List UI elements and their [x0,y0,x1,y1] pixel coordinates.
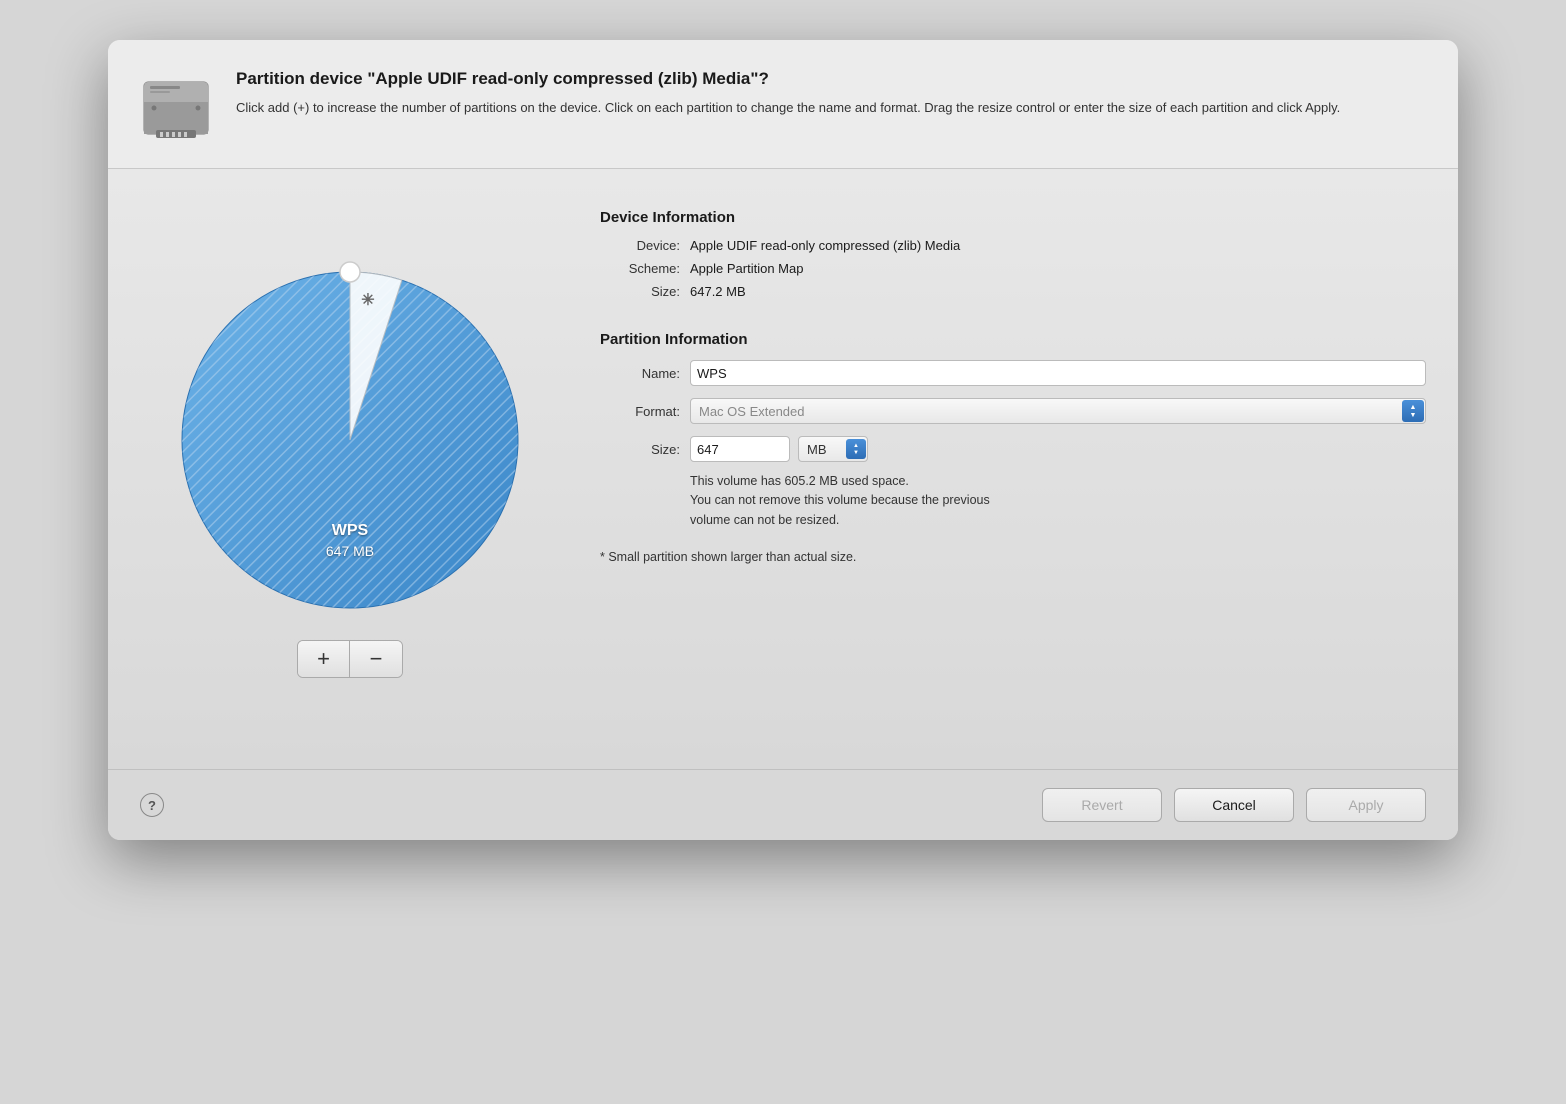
notice-line3: volume can not be resized. [690,513,839,527]
size-unit-select[interactable]: MB GB TB [798,436,868,462]
footer: ? Revert Cancel Apply [108,769,1458,840]
device-size-value: 647.2 MB [690,284,746,299]
footnote: * Small partition shown larger than actu… [600,550,1426,564]
info-panel: Device Information Device: Apple UDIF re… [600,199,1426,739]
size-unit-wrapper: MB GB TB [798,436,868,462]
cancel-button[interactable]: Cancel [1174,788,1294,822]
scheme-value: Apple Partition Map [690,261,803,276]
notice-line2: You can not remove this volume because t… [690,493,990,507]
dialog-description: Click add (+) to increase the number of … [236,98,1426,118]
scheme-label: Scheme: [600,261,680,276]
partition-info-title: Partition Information [600,331,1426,348]
pie-chart: ✳ WPS 647 MB [170,260,530,620]
format-select[interactable]: Mac OS Extended Mac OS Extended (Journal… [690,398,1426,424]
format-select-wrapper: Mac OS Extended Mac OS Extended (Journal… [690,398,1426,424]
name-row: Name: [600,360,1426,386]
chart-area: ✳ WPS 647 MB + − [140,199,560,739]
svg-text:✳: ✳ [361,292,374,309]
apply-button[interactable]: Apply [1306,788,1426,822]
help-button[interactable]: ? [140,793,164,817]
remove-partition-button[interactable]: − [350,641,402,677]
svg-text:WPS: WPS [332,522,369,539]
scheme-row: Scheme: Apple Partition Map [600,261,1426,276]
device-value: Apple UDIF read-only compressed (zlib) M… [690,238,960,253]
revert-button[interactable]: Revert [1042,788,1162,822]
svg-text:647 MB: 647 MB [326,543,374,559]
disk-icon [136,68,216,148]
format-label: Format: [600,404,680,419]
device-size-row: Size: 647.2 MB [600,284,1426,299]
name-label: Name: [600,366,680,381]
size-label: Size: [600,442,680,457]
notice-line1: This volume has 605.2 MB used space. [690,474,909,488]
partition-info-section: Partition Information Name: Format: Mac … [600,331,1426,564]
partition-controls: + − [297,640,403,678]
dialog-title: Partition device "Apple UDIF read-only c… [236,68,1426,90]
device-size-label: Size: [600,284,680,299]
format-row: Format: Mac OS Extended Mac OS Extended … [600,398,1426,424]
dialog-header: Partition device "Apple UDIF read-only c… [108,40,1458,169]
device-label: Device: [600,238,680,253]
device-info-title: Device Information [600,209,1426,226]
name-input[interactable] [690,360,1426,386]
add-partition-button[interactable]: + [298,641,350,677]
notice-text: This volume has 605.2 MB used space. You… [690,472,1426,530]
device-info-section: Device Information Device: Apple UDIF re… [600,209,1426,307]
device-row: Device: Apple UDIF read-only compressed … [600,238,1426,253]
header-text: Partition device "Apple UDIF read-only c… [236,68,1426,118]
size-input[interactable] [690,436,790,462]
dialog-content: ✳ WPS 647 MB + − Device Information [108,169,1458,769]
size-row: Size: MB GB TB [600,436,1426,462]
